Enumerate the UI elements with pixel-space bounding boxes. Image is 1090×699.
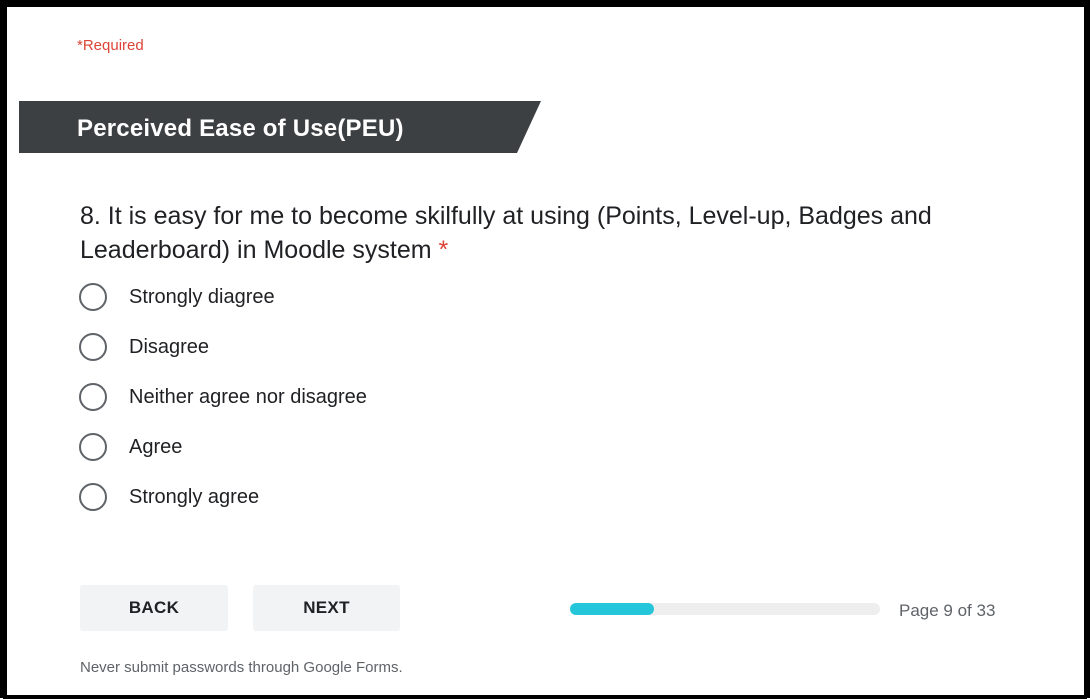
- question-title: 8. It is easy for me to become skilfully…: [80, 199, 1070, 267]
- page-indicator: Page 9 of 33: [899, 601, 996, 620]
- option-label: Agree: [129, 435, 183, 458]
- option-disagree[interactable]: Disagree: [79, 331, 209, 363]
- option-label: Strongly diagree: [129, 285, 275, 308]
- progress-bar: [570, 603, 880, 615]
- question-text: 8. It is easy for me to become skilfully…: [80, 202, 932, 264]
- radio-button[interactable]: [79, 433, 107, 461]
- option-agree[interactable]: Agree: [79, 431, 182, 463]
- option-label: Disagree: [129, 335, 210, 358]
- section-title: Perceived Ease of Use(PEU): [77, 115, 404, 142]
- radio-button[interactable]: [79, 333, 107, 361]
- next-button[interactable]: NEXT: [253, 585, 400, 631]
- option-strongly-disagree[interactable]: Strongly diagree: [79, 281, 275, 313]
- option-label: Strongly agree: [129, 485, 260, 508]
- back-button[interactable]: BACK: [80, 585, 228, 631]
- required-note: *Required: [77, 37, 144, 54]
- radio-button[interactable]: [79, 483, 107, 511]
- footer-note: Never submit passwords through Google Fo…: [80, 659, 403, 676]
- option-strongly-agree[interactable]: Strongly agree: [79, 481, 259, 513]
- form-page: *Required Perceived Ease of Use(PEU) 8. …: [3, 3, 1087, 699]
- progress-fill: [570, 603, 654, 615]
- section-header: Perceived Ease of Use(PEU): [19, 101, 541, 153]
- radio-button[interactable]: [79, 283, 107, 311]
- required-asterisk: *: [438, 236, 449, 264]
- option-neither[interactable]: Neither agree nor disagree: [79, 381, 367, 413]
- radio-button[interactable]: [79, 383, 107, 411]
- option-label: Neither agree nor disagree: [129, 385, 367, 408]
